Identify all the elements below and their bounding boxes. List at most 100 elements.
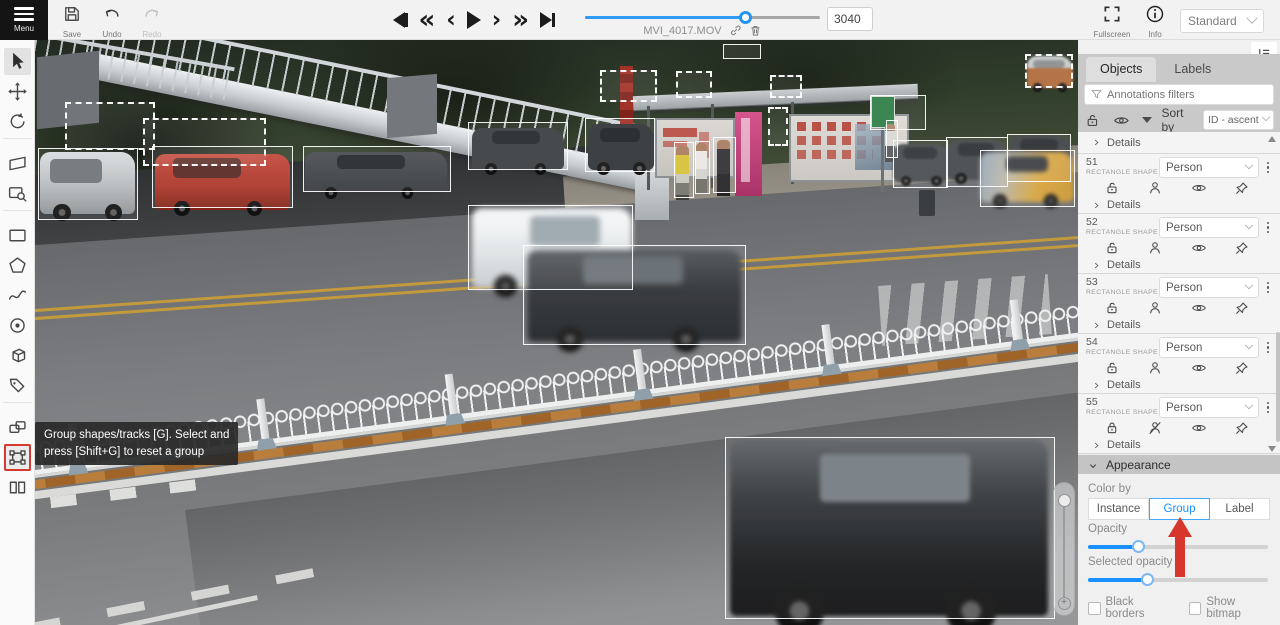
- link-icon[interactable]: [729, 24, 742, 37]
- frame-seek-slider[interactable]: [585, 16, 820, 19]
- annotation-box[interactable]: [725, 437, 1055, 619]
- annotation-box[interactable]: [674, 142, 694, 198]
- tool-draw-polyline[interactable]: [4, 282, 31, 309]
- visibility-icon[interactable]: [1191, 180, 1207, 196]
- scroll-up-icon[interactable]: [1268, 136, 1276, 142]
- annotation-box[interactable]: [1025, 54, 1073, 88]
- object-details-toggle[interactable]: Details: [1086, 436, 1274, 451]
- save-button[interactable]: Save: [52, 4, 92, 39]
- expand-caret-icon[interactable]: [1142, 117, 1152, 123]
- tool-select-region[interactable]: [4, 180, 31, 207]
- unlock-icon[interactable]: [1104, 240, 1120, 256]
- tool-merge[interactable]: [4, 414, 31, 441]
- tool-draw-cuboid[interactable]: [4, 342, 31, 369]
- occluded-icon[interactable]: [1147, 240, 1163, 256]
- annotation-box[interactable]: [523, 245, 746, 345]
- unlock-icon[interactable]: [1104, 360, 1120, 376]
- annotation-box[interactable]: [65, 102, 155, 150]
- opacity-handle[interactable]: [1132, 540, 1145, 553]
- play-button[interactable]: [467, 9, 481, 31]
- tool-rotate[interactable]: [4, 108, 31, 135]
- pin-icon[interactable]: [1234, 240, 1250, 256]
- menu-button[interactable]: Menu: [0, 0, 48, 40]
- unlock-icon[interactable]: [1104, 180, 1120, 196]
- tool-group[interactable]: [4, 444, 31, 471]
- lock-icon[interactable]: [1104, 420, 1120, 436]
- visibility-icon[interactable]: [1191, 240, 1207, 256]
- tool-move[interactable]: [4, 78, 31, 105]
- tool-fit-image[interactable]: [4, 150, 31, 177]
- annotation-box[interactable]: [38, 148, 138, 220]
- object-actions-icon[interactable]: [1262, 157, 1274, 178]
- object-details-toggle[interactable]: Details: [1086, 376, 1274, 391]
- annotation-box[interactable]: [303, 146, 451, 192]
- tool-draw-points[interactable]: [4, 312, 31, 339]
- object-label-select[interactable]: Person: [1159, 397, 1259, 418]
- object-label-select[interactable]: Person: [1159, 337, 1259, 358]
- opacity-slider[interactable]: [1088, 539, 1268, 553]
- next-frame-button[interactable]: ›: [492, 9, 501, 31]
- unlock-icon[interactable]: [1104, 300, 1120, 316]
- object-details-toggle[interactable]: Details: [1086, 256, 1274, 271]
- annotation-box[interactable]: [585, 118, 655, 172]
- annotation-box[interactable]: [980, 150, 1075, 207]
- object-details-toggle[interactable]: Details: [1086, 316, 1274, 331]
- color-by-label-button[interactable]: Label: [1210, 498, 1270, 520]
- occluded-icon[interactable]: [1147, 420, 1163, 436]
- show-bitmap-checkbox[interactable]: Show bitmap: [1189, 596, 1270, 620]
- occluded-icon[interactable]: [1147, 300, 1163, 316]
- pin-icon[interactable]: [1234, 180, 1250, 196]
- zoom-slider-handle[interactable]: [1058, 494, 1071, 507]
- tool-setup-tag[interactable]: [4, 372, 31, 399]
- object-label-select[interactable]: Person: [1159, 157, 1259, 178]
- object-label-select[interactable]: Person: [1159, 217, 1259, 238]
- tab-objects[interactable]: Objects: [1086, 57, 1156, 82]
- pin-icon[interactable]: [1234, 300, 1250, 316]
- frame-number-input[interactable]: [827, 7, 873, 31]
- object-actions-icon[interactable]: [1262, 337, 1274, 358]
- occluded-icon[interactable]: [1147, 360, 1163, 376]
- workspace-mode-select[interactable]: Standard: [1180, 9, 1264, 33]
- bulk-lock-icon[interactable]: [1084, 112, 1101, 129]
- appearance-header[interactable]: Appearance: [1078, 455, 1280, 474]
- object-label-select[interactable]: Person: [1159, 277, 1259, 298]
- object-details-toggle[interactable]: Details: [1078, 132, 1280, 154]
- zoom-in-icon[interactable]: +: [1058, 597, 1071, 610]
- selected-opacity-handle[interactable]: [1141, 573, 1154, 586]
- object-actions-icon[interactable]: [1262, 277, 1274, 298]
- visibility-icon[interactable]: [1191, 360, 1207, 376]
- object-actions-icon[interactable]: [1262, 217, 1274, 238]
- sort-by-select[interactable]: ID - ascent: [1203, 110, 1274, 130]
- tool-split[interactable]: [4, 474, 31, 501]
- annotations-filter-input[interactable]: [1084, 84, 1274, 105]
- color-by-group-button[interactable]: Group: [1149, 498, 1210, 520]
- tool-draw-polygon[interactable]: [4, 252, 31, 279]
- annotation-box[interactable]: [893, 140, 948, 188]
- black-borders-checkbox[interactable]: Black borders: [1088, 596, 1173, 620]
- annotation-canvas[interactable]: +: [35, 40, 1078, 625]
- pin-icon[interactable]: [1234, 420, 1250, 436]
- undo-button[interactable]: Undo: [92, 4, 132, 39]
- annotation-box[interactable]: [723, 44, 761, 59]
- annotation-box[interactable]: [695, 141, 710, 194]
- visibility-icon[interactable]: [1191, 300, 1207, 316]
- annotation-box[interactable]: [713, 137, 736, 193]
- selected-opacity-slider[interactable]: [1088, 572, 1268, 586]
- backward-jump-button[interactable]: «: [419, 9, 436, 31]
- object-actions-icon[interactable]: [1262, 397, 1274, 418]
- tool-cursor[interactable]: [4, 48, 31, 75]
- info-button[interactable]: Info: [1135, 4, 1175, 39]
- visibility-icon[interactable]: [1191, 420, 1207, 436]
- seek-handle[interactable]: [739, 11, 752, 24]
- last-frame-button[interactable]: [540, 9, 555, 31]
- list-scrollbar[interactable]: [1276, 332, 1280, 442]
- annotation-box[interactable]: [770, 75, 802, 98]
- previous-frame-button[interactable]: ‹: [446, 9, 455, 31]
- pin-icon[interactable]: [1234, 360, 1250, 376]
- bulk-visibility-icon[interactable]: [1113, 112, 1130, 129]
- delete-frame-icon[interactable]: [749, 24, 762, 37]
- occluded-icon[interactable]: [1147, 180, 1163, 196]
- annotation-box[interactable]: [768, 107, 788, 146]
- annotation-box[interactable]: [676, 71, 712, 98]
- annotation-box[interactable]: [468, 122, 568, 170]
